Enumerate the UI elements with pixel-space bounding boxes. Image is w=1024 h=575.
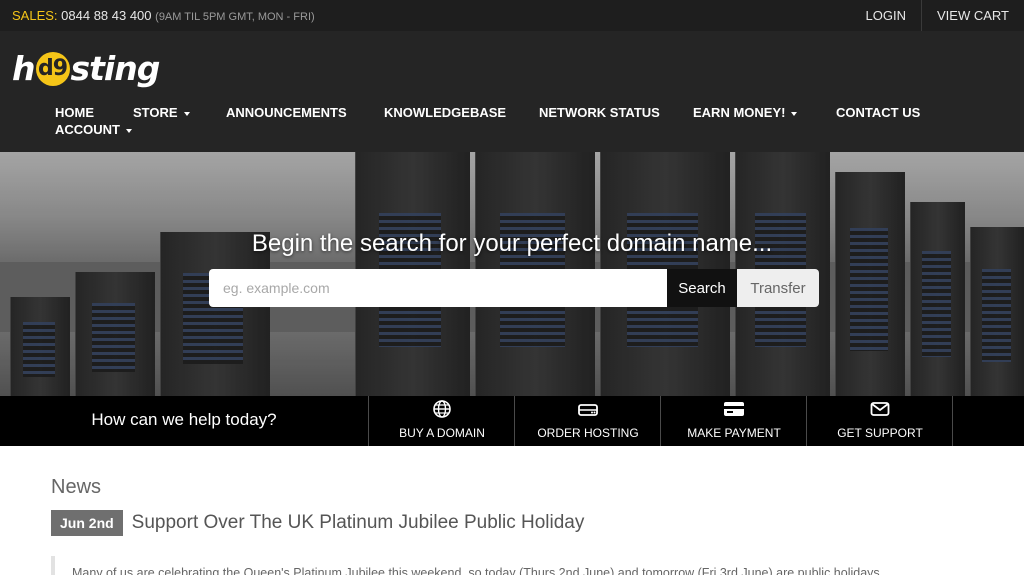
nav-account[interactable]: ACCOUNT bbox=[55, 122, 132, 137]
make-payment-label: MAKE PAYMENT bbox=[687, 426, 781, 440]
nav-announcements-label: ANNOUNCEMENTS bbox=[226, 105, 347, 120]
nav-announcements[interactable]: ANNOUNCEMENTS bbox=[226, 105, 347, 120]
get-support-tile[interactable]: GET SUPPORT bbox=[806, 396, 952, 446]
nav-earn-money[interactable]: EARN MONEY! bbox=[693, 105, 798, 120]
logo-text-start: h bbox=[12, 49, 35, 88]
logo-text-end: sting bbox=[70, 49, 161, 88]
buy-domain-tile[interactable]: BUY A DOMAIN bbox=[368, 396, 514, 446]
get-support-label: GET SUPPORT bbox=[837, 426, 923, 440]
sales-label: SALES: bbox=[12, 8, 58, 23]
transfer-button[interactable]: Transfer bbox=[737, 269, 819, 307]
make-payment-tile[interactable]: MAKE PAYMENT bbox=[660, 396, 806, 446]
nav-knowledgebase-label: KNOWLEDGEBASE bbox=[384, 105, 507, 120]
sales-hours: (9AM TIL 5PM GMT, MON - FRI) bbox=[155, 11, 315, 23]
nav-store-label: STORE bbox=[133, 105, 178, 120]
news-title-link[interactable]: Support Over The UK Platinum Jubilee Pub… bbox=[132, 512, 585, 534]
hero-title: Begin the search for your perfect domain… bbox=[251, 230, 773, 257]
order-hosting-label: ORDER HOSTING bbox=[537, 426, 639, 440]
buy-domain-label: BUY A DOMAIN bbox=[399, 426, 485, 440]
envelope-icon bbox=[870, 402, 890, 416]
order-hosting-tile[interactable]: ORDER HOSTING bbox=[514, 396, 660, 446]
nav-account-label: ACCOUNT bbox=[55, 122, 120, 137]
globe-icon bbox=[433, 400, 451, 418]
help-prompt: How can we help today? bbox=[91, 410, 277, 429]
search-button[interactable]: Search bbox=[667, 269, 737, 307]
site-logo[interactable]: h d9 sting bbox=[12, 49, 161, 88]
domain-search-form: Search Transfer bbox=[209, 269, 819, 307]
credit-card-icon bbox=[724, 402, 744, 416]
news-heading: News bbox=[51, 476, 102, 498]
news-date-badge: Jun 2nd bbox=[51, 510, 123, 536]
news-item: Jun 2nd Support Over The UK Platinum Jub… bbox=[51, 510, 584, 536]
logo-mark: d9 bbox=[35, 51, 70, 86]
server-icon bbox=[578, 404, 598, 416]
nav-home-label: HOME bbox=[55, 105, 94, 120]
nav-network-status[interactable]: NETWORK STATUS bbox=[539, 105, 660, 120]
view-cart-link[interactable]: VIEW CART bbox=[921, 0, 1024, 31]
site-header: h d9 sting HOME STORE ANNOUNCEMENTS KNOW… bbox=[0, 31, 1024, 152]
nav-contact-us[interactable]: CONTACT US bbox=[836, 105, 920, 120]
help-bar: How can we help today? BUY A DOMAIN ORDE… bbox=[0, 396, 1024, 446]
nav-knowledgebase[interactable]: KNOWLEDGEBASE bbox=[384, 105, 506, 120]
domain-search-input[interactable] bbox=[209, 269, 667, 307]
caret-down-icon bbox=[126, 128, 132, 133]
nav-contact-us-label: CONTACT US bbox=[836, 105, 921, 120]
news-excerpt: Many of us are celebrating the Queen's P… bbox=[51, 556, 991, 575]
login-link[interactable]: LOGIN bbox=[851, 0, 921, 31]
nav-network-status-label: NETWORK STATUS bbox=[539, 105, 660, 120]
nav-earn-money-label: EARN MONEY! bbox=[693, 105, 786, 120]
hero-banner: Begin the search for your perfect domain… bbox=[0, 152, 1024, 396]
nav-store[interactable]: STORE bbox=[133, 105, 190, 120]
sales-phone[interactable]: 0844 88 43 400 bbox=[61, 8, 151, 23]
caret-down-icon bbox=[183, 111, 190, 116]
top-links: LOGIN VIEW CART bbox=[851, 0, 1024, 31]
sales-contact: SALES: 0844 88 43 400 (9AM TIL 5PM GMT, … bbox=[12, 8, 315, 23]
top-bar: SALES: 0844 88 43 400 (9AM TIL 5PM GMT, … bbox=[0, 0, 1024, 31]
caret-down-icon bbox=[791, 111, 798, 116]
nav-home[interactable]: HOME bbox=[55, 105, 94, 120]
